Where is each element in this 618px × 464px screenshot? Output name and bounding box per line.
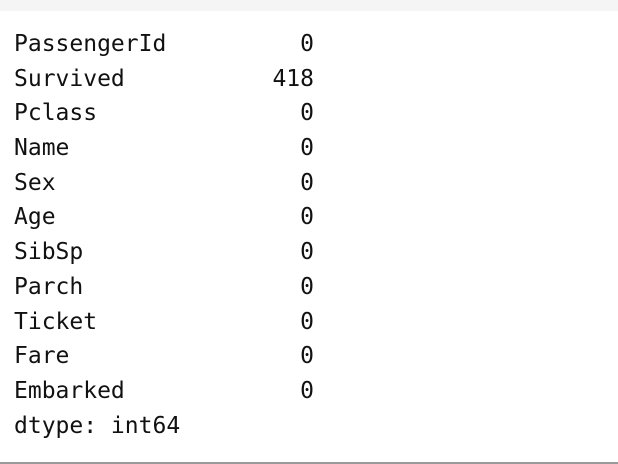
output-row: PassengerId 0: [14, 27, 314, 62]
output-row: Embarked 0: [14, 374, 314, 409]
output-row: Name 0: [14, 131, 314, 166]
column-name: Parch: [14, 273, 84, 300]
column-name: SibSp: [14, 239, 84, 266]
column-name: PassengerId: [14, 31, 167, 57]
null-count: 0: [300, 273, 314, 300]
output-row: Fare 0: [14, 339, 314, 374]
output-row: Pclass 0: [14, 96, 314, 131]
null-count: 0: [300, 308, 314, 335]
column-name: Pclass: [14, 100, 98, 127]
cell-output: PassengerId 0 Survived 418 Pclass 0 Name…: [14, 27, 314, 443]
dtype-line: dtype: int64: [14, 412, 181, 439]
null-count: 0: [300, 239, 314, 266]
null-count: 0: [300, 100, 314, 127]
null-count: 0: [300, 135, 314, 162]
column-name: Fare: [14, 343, 70, 370]
output-row: SibSp 0: [14, 235, 314, 270]
column-name: Sex: [14, 169, 56, 196]
column-name: Embarked: [14, 377, 125, 404]
output-row: Parch 0: [14, 270, 314, 305]
output-row: Age 0: [14, 200, 314, 235]
column-name: Name: [14, 135, 70, 162]
output-row: Survived 418: [14, 62, 314, 97]
output-row: Ticket 0: [14, 305, 314, 340]
null-count: 0: [300, 377, 314, 404]
column-name: Ticket: [14, 308, 98, 335]
column-name: Age: [14, 204, 56, 231]
null-count: 0: [300, 31, 314, 57]
null-count: 0: [300, 343, 314, 370]
output-row: Sex 0: [14, 166, 314, 201]
column-name: Survived: [14, 65, 125, 92]
cell-top-border: [0, 0, 618, 11]
null-count: 418: [272, 65, 314, 92]
null-count: 0: [300, 169, 314, 196]
null-count: 0: [300, 204, 314, 231]
